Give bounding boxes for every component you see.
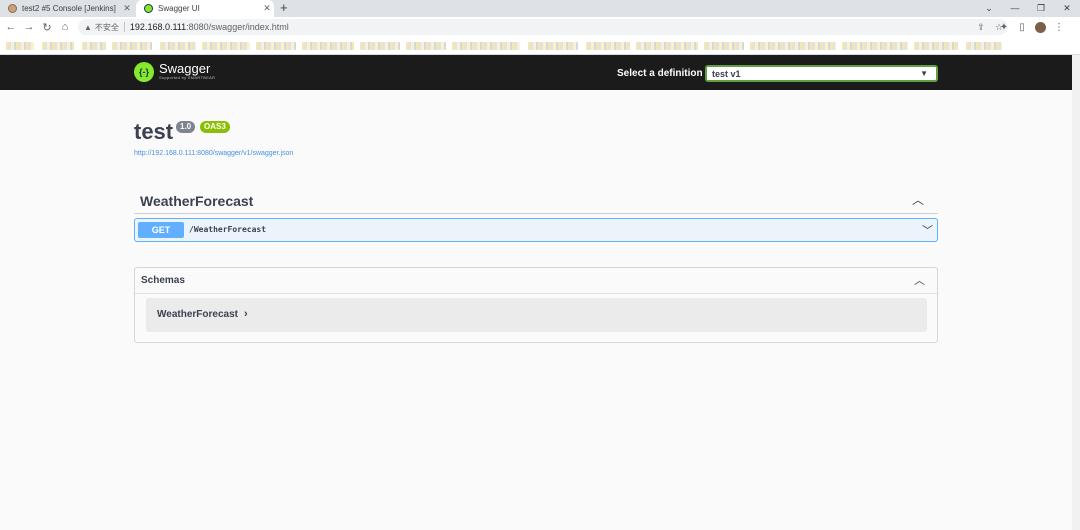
bookmark-item[interactable] — [750, 42, 836, 50]
get-operation-block[interactable]: GET /WeatherForecast ﹀ — [134, 218, 938, 242]
security-label[interactable]: 不安全 — [95, 22, 119, 33]
spec-url-link[interactable]: http://192.168.0.111:8080/swagger/v1/swa… — [134, 149, 293, 158]
swagger-favicon-icon — [144, 4, 153, 13]
bookmark-item[interactable] — [42, 42, 74, 50]
bookmark-item[interactable] — [82, 42, 106, 50]
forward-icon[interactable]: → — [20, 21, 38, 33]
bookmark-item[interactable] — [704, 42, 744, 50]
tag-name[interactable]: WeatherForecast — [140, 192, 253, 210]
definition-label: Select a definition — [617, 68, 703, 79]
tab-title: test2 #5 Console [Jenkins] — [22, 4, 116, 13]
share-icon[interactable]: ⇪ — [972, 22, 990, 33]
swagger-logo[interactable]: {-} Swagger Supported by SMARTBEAR — [134, 62, 215, 82]
definition-selected-value: test v1 — [712, 68, 741, 79]
browser-toolbar: ← → ↻ ⌂ ▲ 不安全 192.168.0.111 :8080/swagge… — [0, 17, 1080, 37]
chevron-up-icon[interactable]: ︿ — [912, 191, 924, 208]
chevron-up-icon[interactable]: ︿ — [914, 272, 925, 288]
reload-icon[interactable]: ↻ — [38, 21, 56, 34]
operation-path[interactable]: /WeatherForecast — [189, 225, 266, 235]
new-tab-button[interactable]: + — [280, 0, 288, 17]
bookmark-item[interactable] — [202, 42, 250, 50]
bookmark-item[interactable] — [256, 42, 296, 50]
version-badge: 1.0 — [176, 121, 196, 133]
bookmark-item[interactable] — [112, 42, 152, 50]
bookmark-item[interactable] — [406, 42, 446, 50]
bookmark-item[interactable] — [586, 42, 630, 50]
url-host: 192.168.0.111 — [129, 22, 187, 32]
bookmark-item[interactable] — [528, 42, 578, 50]
oas-badge: OAS3 — [200, 121, 230, 133]
schema-model-name[interactable]: WeatherForecast — [157, 309, 238, 321]
restore-icon[interactable]: ❐ — [1028, 0, 1054, 17]
side-panel-icon[interactable]: ▯ — [1013, 22, 1031, 33]
tab-title: Swagger UI — [158, 4, 200, 13]
bookmark-item[interactable] — [160, 42, 196, 50]
address-divider — [123, 22, 125, 32]
bookmark-item[interactable] — [302, 42, 354, 50]
swagger-logo-subtitle: Supported by SMARTBEAR — [159, 75, 216, 80]
back-icon[interactable]: ← — [2, 21, 20, 33]
chevron-down-icon: ▼ — [920, 69, 928, 78]
bookmark-item[interactable] — [6, 42, 34, 50]
bookmark-item[interactable] — [966, 42, 1002, 50]
page-scrollbar[interactable] — [1072, 55, 1080, 530]
address-bar[interactable]: ▲ 不安全 192.168.0.111 :8080/swagger/index.… — [78, 19, 1008, 35]
minimize-icon[interactable]: — — [1002, 0, 1028, 17]
tab-close-icon[interactable]: ✕ — [120, 3, 134, 14]
tab-close-icon[interactable]: ✕ — [260, 3, 274, 14]
definition-select[interactable]: test v1 ▼ — [705, 65, 938, 82]
url-path: :8080/swagger/index.html — [186, 22, 289, 32]
chevron-right-icon[interactable]: › — [244, 308, 248, 320]
window-controls: ⌄ — ❐ ✕ — [976, 0, 1080, 17]
swagger-logo-title: Swagger — [159, 61, 211, 76]
bookmark-item[interactable] — [914, 42, 958, 50]
schemas-title: Schemas — [141, 275, 185, 286]
tag-section-header[interactable]: WeatherForecast ︿ — [134, 188, 938, 214]
profile-avatar-icon[interactable] — [1035, 21, 1046, 33]
method-badge[interactable]: GET — [138, 222, 184, 238]
window-close-icon[interactable]: ✕ — [1054, 0, 1080, 17]
browser-menu-icon[interactable]: ⋮ — [1050, 22, 1068, 33]
bookmark-item[interactable] — [360, 42, 400, 50]
swagger-logo-text: Swagger Supported by SMARTBEAR — [159, 62, 215, 81]
schemas-section: Schemas ︿ WeatherForecast › — [134, 267, 938, 343]
swagger-logo-icon: {-} — [134, 62, 154, 82]
bookmark-item[interactable] — [842, 42, 908, 50]
browser-tab-swagger[interactable]: Swagger UI ✕ — [136, 0, 274, 17]
security-warning-icon[interactable]: ▲ — [84, 23, 92, 32]
schemas-header[interactable]: Schemas ︿ — [135, 268, 937, 294]
extensions-icon[interactable]: ✦ — [995, 22, 1013, 33]
bookmarks-bar — [0, 37, 1080, 55]
tab-search-icon[interactable]: ⌄ — [976, 0, 1002, 17]
jenkins-favicon-icon — [8, 4, 17, 13]
browser-tab-strip: test2 #5 Console [Jenkins] ✕ Swagger UI … — [0, 0, 1080, 17]
chevron-down-icon[interactable]: ﹀ — [922, 222, 933, 238]
bookmark-item[interactable] — [452, 42, 520, 50]
toolbar-actions: ✦ ▯ ⋮ — [995, 17, 1068, 37]
api-title: test — [134, 119, 174, 144]
browser-tab-jenkins[interactable]: test2 #5 Console [Jenkins] ✕ — [0, 0, 134, 17]
bookmark-item[interactable] — [636, 42, 698, 50]
home-icon[interactable]: ⌂ — [56, 21, 74, 33]
schema-model-row[interactable]: WeatherForecast › — [146, 298, 927, 332]
